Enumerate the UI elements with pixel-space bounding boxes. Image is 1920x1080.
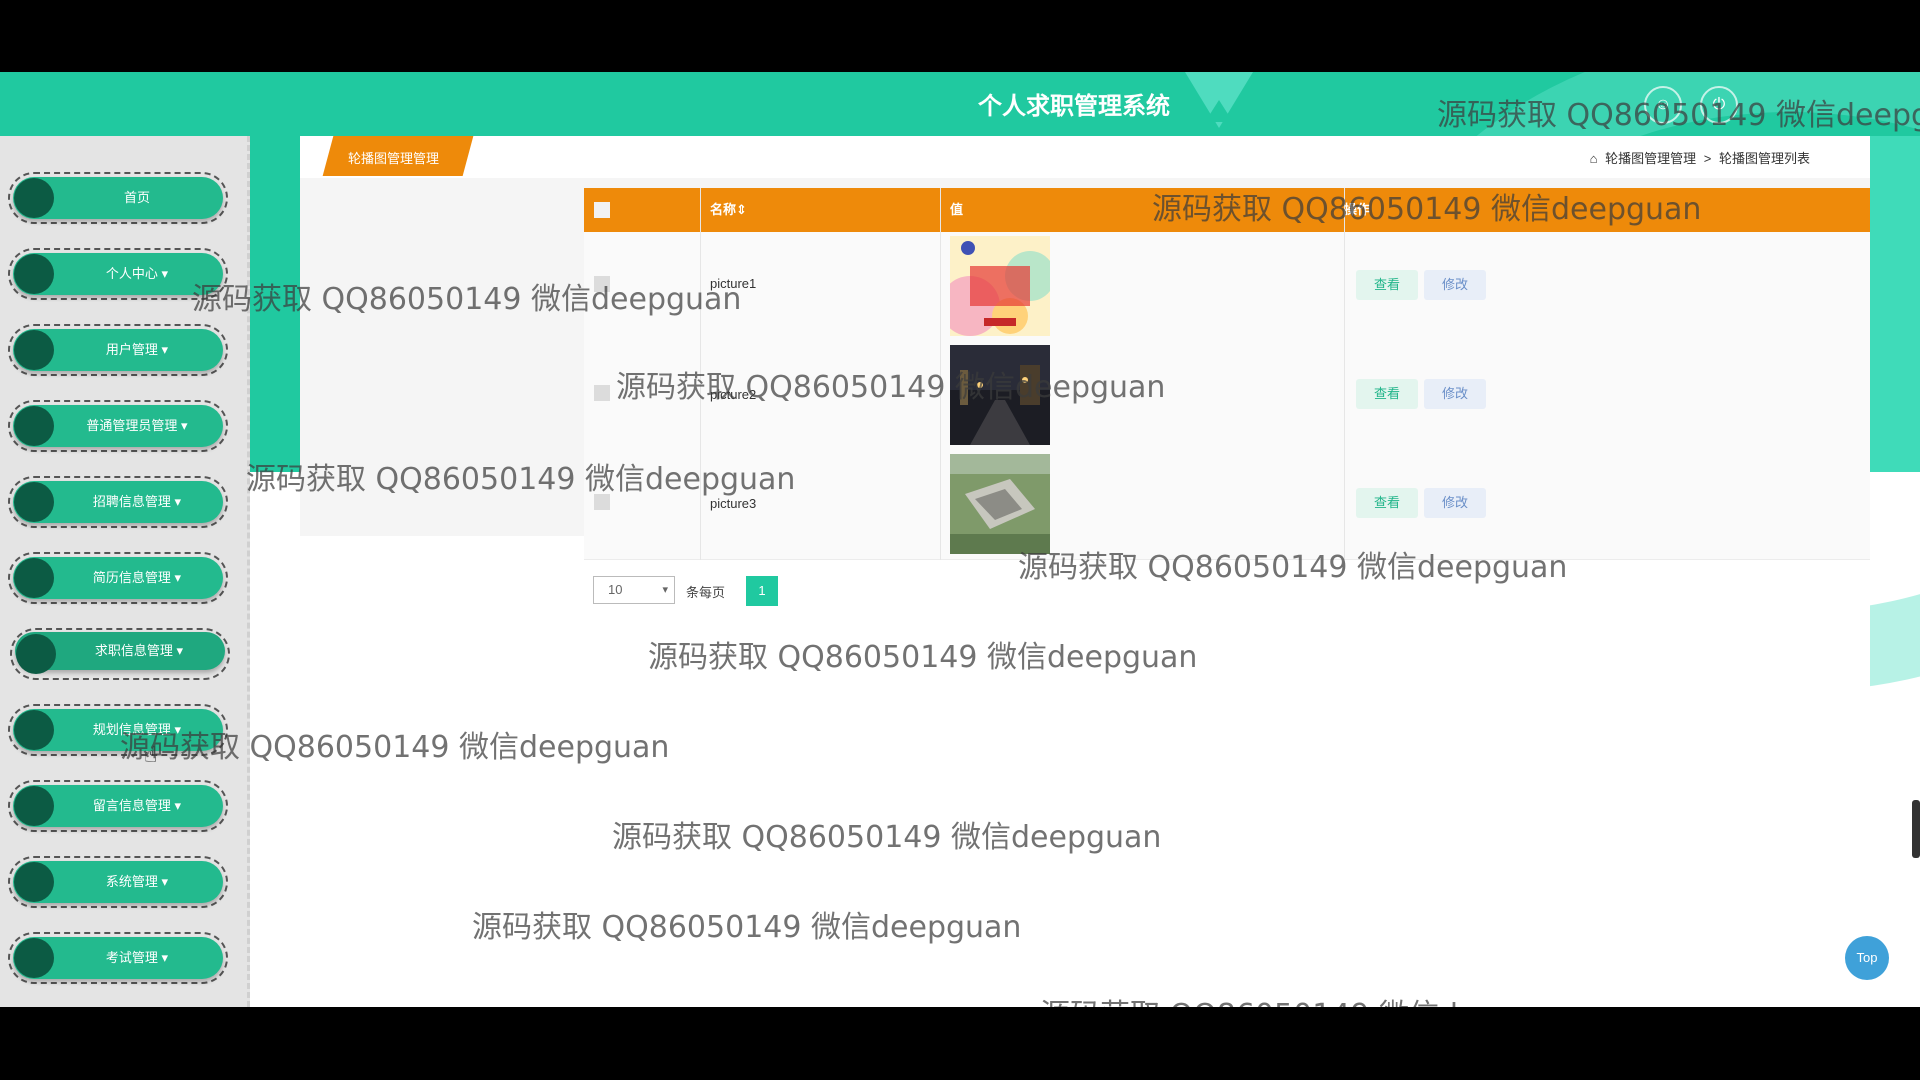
row-name: picture3 — [710, 496, 757, 511]
view-button[interactable]: 查看 — [1356, 379, 1418, 409]
menu-ball-icon — [14, 710, 54, 750]
edit-button[interactable]: 修改 — [1424, 379, 1486, 409]
menu-ball-icon — [14, 558, 54, 598]
home-icon[interactable]: ⌂ — [1590, 151, 1598, 166]
sidebar-item-planning[interactable]: 规划信息管理 ▾ — [8, 704, 228, 756]
sidebar-item-user-management[interactable]: 用户管理 ▾ — [8, 324, 228, 376]
back-to-top-button[interactable]: Top — [1845, 936, 1889, 980]
sidebar-item-label: 留言信息管理 ▾ — [92, 798, 182, 813]
carousel-table: 名称⇕ 值 操作 picture1 查看 修改 picture2 查看 修改 p… — [584, 188, 1870, 560]
sidebar-item-messages[interactable]: 留言信息管理 ▾ — [8, 780, 228, 832]
view-button[interactable]: 查看 — [1356, 488, 1418, 518]
menu-ball-icon — [14, 178, 54, 218]
breadcrumb-separator: > — [1703, 151, 1712, 166]
app-title: 个人求职管理系统 — [978, 93, 1170, 120]
sidebar-item-label: 个人中心 ▾ — [105, 266, 169, 281]
sidebar-item-recruitment[interactable]: 招聘信息管理 ▾ — [8, 476, 228, 528]
menu-ball-icon — [14, 330, 54, 370]
table-row: picture3 查看 修改 — [584, 450, 1870, 560]
sidebar-item-exam[interactable]: 考试管理 ▾ — [8, 932, 228, 984]
user-center-icon[interactable]: ☺ — [1644, 86, 1682, 124]
sidebar-item-label: 招聘信息管理 ▾ — [92, 494, 182, 509]
row-checkbox[interactable] — [594, 276, 610, 292]
hand-pointer-cursor: ☝ — [144, 742, 158, 767]
per-page-label: 条每页 — [686, 585, 726, 600]
menu-ball-icon — [14, 862, 54, 902]
menu-ball-icon — [14, 938, 54, 978]
tab-label: 轮播图管理管理 — [348, 151, 440, 166]
chevron-down-icon: ▾ — [662, 584, 668, 596]
page-size-value: 10 — [608, 582, 623, 597]
scrollbar-handle[interactable] — [1912, 800, 1920, 858]
breadcrumb: ⌂ 轮播图管理管理 > 轮播图管理列表 — [1586, 148, 1810, 167]
header-triangle-inner — [1205, 100, 1233, 122]
sidebar-item-label: 首页 — [123, 190, 150, 205]
column-header-action: 操作 — [1344, 202, 1371, 217]
sidebar-item-home[interactable]: 首页 — [8, 172, 228, 224]
sidebar-item-resume[interactable]: 简历信息管理 ▾ — [8, 552, 228, 604]
sidebar-item-label: 用户管理 ▾ — [105, 342, 169, 357]
breadcrumb-level2: 轮播图管理列表 — [1718, 151, 1810, 166]
menu-ball-icon — [14, 482, 54, 522]
table-header: 名称⇕ 值 操作 — [584, 188, 1870, 232]
sidebar-item-admin-management[interactable]: 普通管理员管理 ▾ — [8, 400, 228, 452]
column-divider — [700, 188, 701, 560]
content-green-band — [250, 136, 300, 472]
right-decoration-strip — [1870, 136, 1920, 472]
table-row: picture2 查看 修改 — [584, 341, 1870, 451]
page-button-current[interactable]: 1 — [746, 576, 778, 606]
app-window: 个人求职管理系统 ☺ ⏻ 首页 个人中心 ▾ 用户管理 ▾ 普通管理员管理 ▾ … — [0, 72, 1920, 1007]
edit-button[interactable]: 修改 — [1424, 488, 1486, 518]
colorful-poster-thumbnail — [950, 236, 1050, 336]
sidebar-item-label: 求职信息管理 ▾ — [94, 643, 184, 658]
sidebar: 首页 个人中心 ▾ 用户管理 ▾ 普通管理员管理 ▾ 招聘信息管理 ▾ 简历信息… — [0, 136, 250, 1007]
main-content: 轮播图管理管理 ⌂ 轮播图管理管理 > 轮播图管理列表 名称⇕ 值 操作 pic… — [300, 136, 1870, 1007]
sidebar-item-system[interactable]: 系统管理 ▾ — [8, 856, 228, 908]
night-street-thumbnail — [950, 345, 1050, 445]
page-size-select[interactable]: 10 ▾ — [593, 576, 675, 604]
column-header-name[interactable]: 名称⇕ — [710, 188, 747, 232]
select-all-checkbox[interactable] — [594, 202, 610, 218]
breadcrumb-level1[interactable]: 轮播图管理管理 — [1605, 151, 1696, 166]
menu-ball-icon — [14, 254, 54, 294]
edit-button[interactable]: 修改 — [1424, 270, 1486, 300]
row-checkbox[interactable] — [594, 494, 610, 510]
sidebar-item-label: 考试管理 ▾ — [105, 950, 169, 965]
sidebar-item-label: 规划信息管理 ▾ — [92, 722, 182, 737]
column-header-value: 值 — [950, 202, 964, 217]
top-header: 个人求职管理系统 ☺ ⏻ — [0, 72, 1920, 692]
column-divider — [940, 188, 941, 560]
menu-ball-icon — [16, 634, 56, 674]
sidebar-item-label: 普通管理员管理 ▾ — [86, 418, 188, 433]
view-button[interactable]: 查看 — [1356, 270, 1418, 300]
row-name: picture2 — [710, 387, 757, 402]
menu-ball-icon — [14, 406, 54, 446]
aerial-campus-thumbnail — [950, 454, 1050, 554]
row-checkbox[interactable] — [594, 385, 610, 401]
sidebar-item-label: 系统管理 ▾ — [105, 874, 169, 889]
sidebar-item-job-seeking[interactable]: 求职信息管理 ▾ — [10, 628, 230, 680]
table-row: picture1 查看 修改 — [584, 232, 1870, 342]
menu-ball-icon — [14, 786, 54, 826]
sidebar-item-label: 简历信息管理 ▾ — [92, 570, 182, 585]
column-divider — [1344, 188, 1345, 560]
logout-icon[interactable]: ⏻ — [1700, 86, 1738, 124]
row-name: picture1 — [710, 276, 757, 291]
sidebar-item-personal-center[interactable]: 个人中心 ▾ — [8, 248, 228, 300]
